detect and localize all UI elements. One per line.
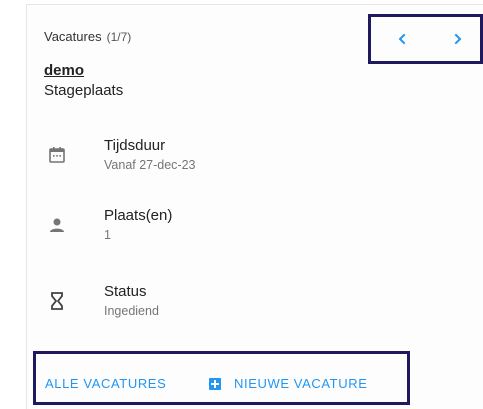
status-value: Ingediend	[104, 304, 159, 318]
status-label: Status	[104, 283, 147, 300]
new-vacancy-label: NIEUWE VACATURE	[234, 376, 368, 391]
next-button[interactable]	[446, 27, 470, 51]
calendar-icon	[49, 147, 65, 163]
chevron-left-icon	[398, 33, 406, 45]
vacancies-card: Vacatures (1/7) demo Stageplaats Tijdsduu…	[26, 4, 483, 409]
positions-label: Plaats(en)	[104, 207, 173, 224]
all-vacancies-label: ALLE VACATURES	[45, 376, 167, 391]
duration-label: Tijdsduur	[104, 137, 166, 154]
duration-value: Vanaf 27-dec-23	[104, 158, 196, 172]
status-row: Status Ingediend	[44, 283, 444, 327]
positions-row: Plaats(en) 1	[44, 207, 444, 251]
card-title: Vacatures (1/7)	[44, 29, 131, 44]
card-actions: ALLE VACATURES NIEUWE VACATURE	[33, 351, 410, 405]
card-title-label: Vacatures	[44, 29, 102, 44]
all-vacancies-button[interactable]: ALLE VACATURES	[45, 376, 166, 391]
vacancy-name-link[interactable]: demo	[44, 62, 84, 79]
new-vacancy-button[interactable]: NIEUWE VACATURE	[209, 376, 367, 391]
positions-value: 1	[104, 228, 111, 242]
person-icon	[50, 218, 64, 232]
vacancy-type: Stageplaats	[44, 82, 124, 99]
pagination-controls	[368, 14, 483, 64]
previous-button[interactable]	[390, 27, 414, 51]
hourglass-icon	[51, 292, 63, 310]
vacancy-count: (1/7)	[106, 30, 132, 44]
chevron-right-icon	[454, 33, 462, 45]
duration-row: Tijdsduur Vanaf 27-dec-23	[44, 137, 444, 181]
add-box-icon	[209, 377, 221, 390]
